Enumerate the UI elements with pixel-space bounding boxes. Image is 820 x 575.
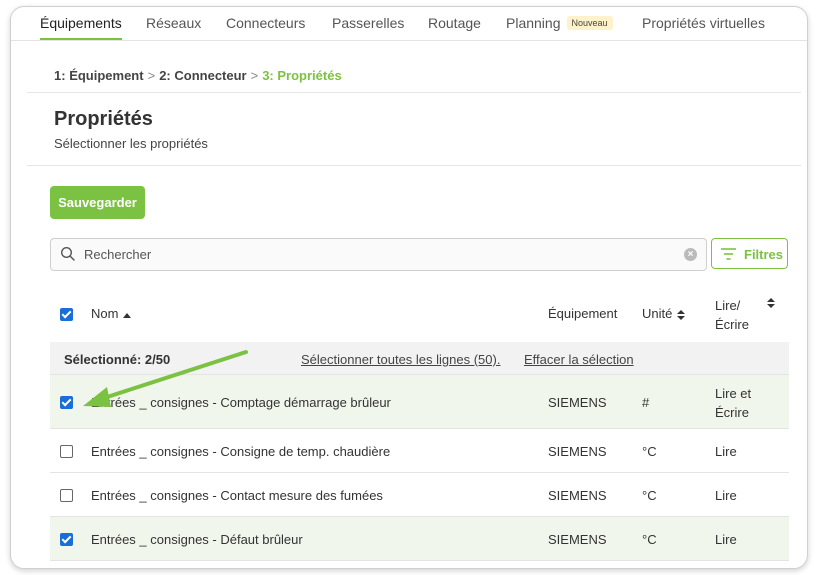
column-equipment-header: Équipement	[548, 306, 618, 321]
row-unit: #	[642, 395, 650, 410]
table-row[interactable]: Entrées _ consignes - Consigne de temp. …	[50, 429, 789, 473]
table-row[interactable]: Entrées _ consignes - Défaut brûleur SIE…	[50, 517, 789, 561]
step-number: 1:	[54, 68, 66, 83]
breadcrumb-step-2[interactable]: 2: Connecteur	[159, 68, 246, 83]
step-label: Connecteur	[174, 68, 247, 83]
save-button[interactable]: Sauvegarder	[50, 186, 145, 219]
tab-reseaux[interactable]: Réseaux	[146, 15, 201, 31]
tab-planning-label: Planning	[506, 15, 561, 31]
tab-routage[interactable]: Routage	[428, 15, 481, 31]
row-name: Entrées _ consignes - Consigne de temp. …	[91, 444, 391, 459]
divider	[27, 92, 801, 93]
breadcrumb: 1: Équipement >2: Connecteur >3: Propriété…	[54, 68, 342, 83]
breadcrumb-separator: >	[250, 68, 259, 83]
app-window: Équipements Réseaux Connecteurs Passerel…	[10, 6, 808, 569]
column-rw-header: Lire/ Écrire	[715, 296, 749, 334]
tab-planning[interactable]: Planning Nouveau	[506, 15, 613, 31]
filter-button[interactable]: Filtres	[711, 238, 788, 269]
search-icon	[60, 246, 75, 261]
row-checkbox[interactable]	[60, 489, 73, 502]
row-equipment: SIEMENS	[548, 532, 607, 547]
table-row[interactable]: Entrées _ consignes - Comptage démarrage…	[50, 375, 789, 429]
top-nav: Équipements Réseaux Connecteurs Passerel…	[11, 7, 807, 41]
step-number: 3:	[262, 68, 274, 83]
row-checkbox[interactable]	[60, 533, 73, 546]
row-equipment: SIEMENS	[548, 395, 607, 410]
column-name-label: Nom	[91, 306, 119, 321]
breadcrumb-step-3: 3: Propriétés	[262, 68, 342, 83]
row-equipment: SIEMENS	[548, 488, 607, 503]
search-placeholder: Rechercher	[84, 247, 152, 262]
column-unit-label: Unité	[642, 306, 673, 321]
select-all-checkbox[interactable]	[60, 308, 73, 321]
filter-icon	[721, 248, 736, 260]
column-rw-line1: Lire/	[715, 298, 741, 313]
page-title: Propriétés	[54, 108, 153, 130]
page-subtitle: Sélectionner les propriétés	[54, 136, 208, 151]
selection-bar: Sélectionné: 2/50 Sélectionner toutes le…	[50, 342, 789, 375]
row-rw: Lire et Écrire	[715, 384, 751, 422]
step-label: Propriétés	[277, 68, 342, 83]
sort-up-icon	[123, 312, 132, 318]
row-rw: Lire	[715, 488, 737, 503]
row-rw: Lire	[715, 444, 737, 459]
sort-icon	[676, 309, 685, 320]
tab-passerelles[interactable]: Passerelles	[332, 15, 404, 31]
clear-selection-link[interactable]: Effacer la sélection	[524, 352, 634, 367]
breadcrumb-separator: >	[147, 68, 156, 83]
step-number: 2:	[159, 68, 171, 83]
column-rw-line2: Écrire	[715, 317, 749, 332]
row-checkbox[interactable]	[60, 396, 73, 409]
clear-icon[interactable]: ×	[684, 248, 697, 261]
breadcrumb-step-1[interactable]: 1: Équipement	[54, 68, 144, 83]
table-header: Nom Équipement Unité Lire/ Écrire	[50, 285, 789, 342]
tab-equipements[interactable]: Équipements	[40, 15, 122, 40]
tab-connecteurs[interactable]: Connecteurs	[226, 15, 305, 31]
column-unit-header[interactable]: Unité	[642, 306, 686, 321]
step-label: Équipement	[69, 68, 144, 83]
row-name: Entrées _ consignes - Contact mesure des…	[91, 488, 383, 503]
sort-icon[interactable]	[766, 297, 776, 309]
row-rw: Lire	[715, 532, 737, 547]
tab-proprietes-virtuelles[interactable]: Propriétés virtuelles	[642, 15, 765, 31]
row-unit: °C	[642, 444, 657, 459]
row-unit: °C	[642, 488, 657, 503]
row-name: Entrées _ consignes - Défaut brûleur	[91, 532, 303, 547]
row-rw-line2: Écrire	[715, 405, 749, 420]
selection-count: Sélectionné: 2/50	[64, 352, 171, 367]
row-equipment: SIEMENS	[548, 444, 607, 459]
column-name-header[interactable]: Nom	[91, 306, 132, 321]
search-input[interactable]: Rechercher ×	[50, 238, 707, 271]
row-checkbox[interactable]	[60, 445, 73, 458]
row-name: Entrées _ consignes - Comptage démarrage…	[91, 395, 391, 410]
new-badge: Nouveau	[566, 16, 613, 30]
select-all-link[interactable]: Sélectionner toutes les lignes (50).	[301, 352, 500, 367]
divider	[27, 165, 801, 166]
row-unit: °C	[642, 532, 657, 547]
row-rw-line1: Lire et	[715, 386, 752, 401]
table-row[interactable]: Entrées _ consignes - Contact mesure des…	[50, 473, 789, 517]
filter-label: Filtres	[744, 247, 784, 262]
